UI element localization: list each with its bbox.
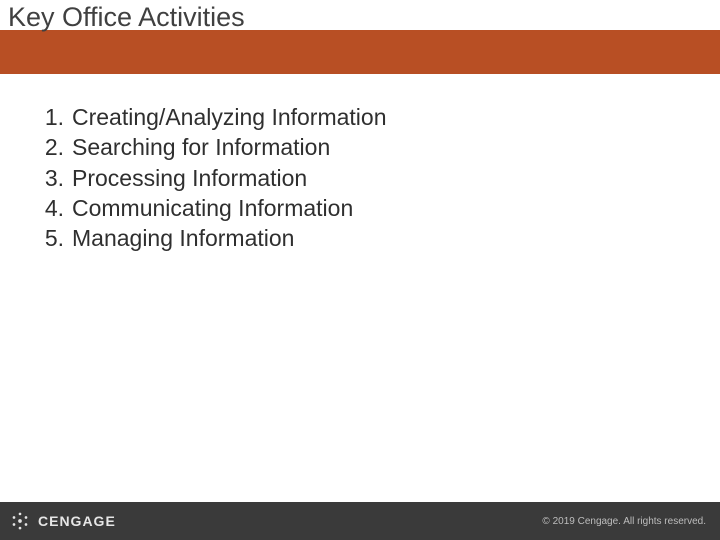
list-item-label: Communicating Information [72,195,353,221]
cengage-logo-icon [10,511,30,531]
slide-title: Key Office Activities [8,2,245,33]
slide-header: Key Office Activities [0,0,720,74]
brand-name: CENGAGE [38,513,116,529]
list-item-label: Searching for Information [72,134,330,160]
header-accent-bar [0,30,720,74]
slide-footer: CENGAGE © 2019 Cengage. All rights reser… [0,502,720,540]
list-item: Communicating Information [34,193,700,223]
activities-list: Creating/Analyzing Information Searching… [34,102,700,254]
list-item: Searching for Information [34,132,700,162]
slide: Key Office Activities Creating/Analyzing… [0,0,720,540]
slide-content: Creating/Analyzing Information Searching… [0,74,720,502]
copyright-text: © 2019 Cengage. All rights reserved. [542,516,706,527]
list-item-label: Creating/Analyzing Information [72,104,387,130]
list-item-label: Processing Information [72,165,307,191]
list-item-label: Managing Information [72,225,294,251]
list-item: Managing Information [34,223,700,253]
list-item: Creating/Analyzing Information [34,102,700,132]
list-item: Processing Information [34,163,700,193]
